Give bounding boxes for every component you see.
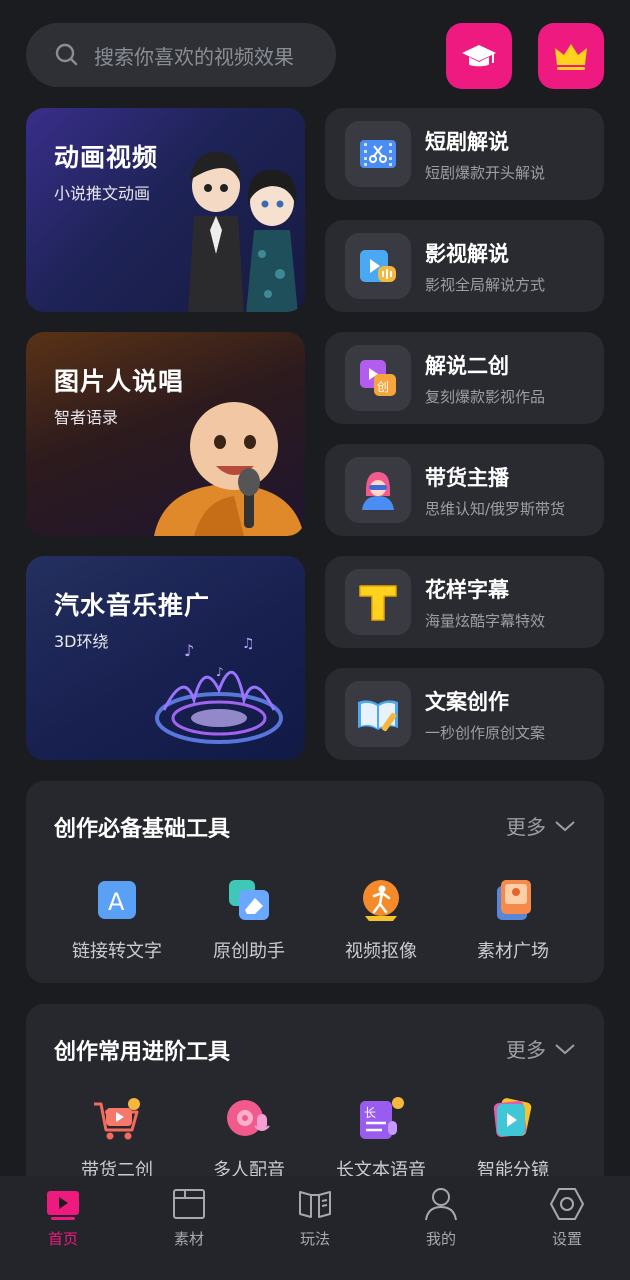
person-cutout-icon — [363, 880, 399, 921]
eraser-icon — [229, 880, 269, 920]
more-label: 更多 — [506, 1038, 546, 1062]
storyboard-icon — [493, 1098, 532, 1137]
feature-card-subtitle: 小说推文动画 — [54, 184, 151, 203]
section-title: 创作必备基础工具 — [54, 817, 231, 842]
nav-item-mine[interactable]: 我的 — [396, 1186, 486, 1280]
feature-card-music-promo[interactable]: 汽水音乐推广 3D环绕 ♪ ♫ ♪ — [26, 556, 305, 760]
list-card-subtitle: 海量炫酷字幕特效 — [425, 611, 546, 630]
shopping-cart-icon — [94, 1098, 140, 1140]
tool-multi-dubbing[interactable]: 多人配音 — [184, 1094, 314, 1182]
list-card-subtitle: 短剧爆款开头解说 — [425, 163, 546, 182]
search-icon — [55, 43, 78, 66]
basic-tools-section: 创作必备基础工具 更多 A 链接转文字 原创助手 视频抠像 素材广场 — [26, 781, 604, 983]
dubbing-icon — [227, 1100, 270, 1136]
nav-label: 我的 — [425, 1230, 456, 1248]
list-card-title: 带货主播 — [425, 465, 509, 490]
tool-label: 素材广场 — [477, 941, 549, 962]
list-card-subtitle: 影视全局解说方式 — [425, 275, 546, 294]
more-button[interactable]: 更多 — [506, 1034, 576, 1063]
tool-label: 链接转文字 — [72, 941, 162, 962]
feature-card-title: 汽水音乐推广 — [54, 591, 211, 620]
baby-monk-illustration — [154, 402, 304, 536]
crown-icon — [555, 44, 587, 70]
tool-original-assistant[interactable]: 原创助手 — [184, 875, 314, 963]
list-card-subtitle: 复刻爆款影视作品 — [425, 387, 546, 406]
letter-t-icon — [359, 585, 397, 621]
list-card-title: 解说二创 — [425, 353, 509, 378]
tool-smart-storyboard[interactable]: 智能分镜 — [448, 1094, 578, 1182]
svg-text:♪: ♪ — [216, 665, 224, 679]
tool-link-to-text[interactable]: A 链接转文字 — [52, 875, 182, 963]
nav-item-home[interactable]: 首页 — [18, 1186, 108, 1280]
svg-text:长: 长 — [364, 1106, 376, 1120]
nav-item-gameplay[interactable]: 玩法 — [270, 1186, 360, 1280]
list-card-title: 文案创作 — [425, 689, 509, 714]
tool-material-plaza[interactable]: 素材广场 — [448, 875, 578, 963]
home-play-icon — [47, 1191, 79, 1220]
person-icon — [425, 1188, 457, 1221]
list-card-subtitle: 一秒创作原创文案 — [425, 723, 546, 742]
music-ring-illustration: ♪ ♫ ♪ — [155, 636, 283, 744]
feature-card-animation[interactable]: 动画视频 小说推文动画 — [26, 108, 305, 312]
tool-long-text-voice[interactable]: 长 长文本语音 — [316, 1094, 446, 1182]
feature-card-subtitle: 智者语录 — [54, 408, 119, 427]
svg-text:♪: ♪ — [184, 641, 194, 660]
chevron-down-icon — [555, 820, 575, 831]
settings-hexagon-icon — [550, 1188, 584, 1220]
vip-button[interactable] — [538, 23, 604, 89]
anchor-avatar-icon — [362, 472, 394, 510]
film-scissors-icon — [360, 140, 396, 168]
video-voice-icon — [360, 250, 396, 282]
feature-card-title: 动画视频 — [54, 143, 159, 172]
recreate-icon: 创 — [360, 360, 396, 396]
nav-label: 玩法 — [299, 1230, 330, 1248]
list-card-fancy-subtitles[interactable]: 花样字幕 海量炫酷字幕特效 — [325, 556, 604, 648]
section-title: 创作常用进阶工具 — [54, 1040, 231, 1065]
list-card-copywriting[interactable]: 文案创作 一秒创作原创文案 — [325, 668, 604, 760]
course-button[interactable] — [446, 23, 512, 89]
chevron-down-icon — [555, 1043, 575, 1054]
svg-text:创: 创 — [377, 380, 389, 394]
search-bar[interactable]: 搜索你喜欢的视频效果 — [26, 23, 336, 87]
nav-label: 素材 — [173, 1230, 204, 1248]
nav-item-settings[interactable]: 设置 — [522, 1186, 612, 1280]
tool-label: 视频抠像 — [345, 941, 417, 962]
more-button[interactable]: 更多 — [506, 811, 576, 840]
list-card-recreate[interactable]: 创 解说二创 复刻爆款影视作品 — [325, 332, 604, 424]
tool-sales-recreate[interactable]: 带货二创 — [52, 1094, 182, 1182]
search-input[interactable]: 搜索你喜欢的视频效果 — [94, 41, 294, 70]
list-card-short-drama[interactable]: 短剧解说 短剧爆款开头解说 — [325, 108, 604, 200]
list-card-title: 影视解说 — [425, 241, 509, 266]
bottom-nav: 首页 素材 玩法 我的 设置 — [0, 1176, 630, 1280]
link-to-text-icon: A — [98, 881, 136, 919]
list-card-subtitle: 思维认知/俄罗斯带货 — [425, 499, 566, 518]
list-card-sales-anchor[interactable]: 带货主播 思维认知/俄罗斯带货 — [325, 444, 604, 536]
svg-text:♫: ♫ — [242, 636, 255, 652]
svg-text:A: A — [108, 888, 125, 916]
tool-video-cutout[interactable]: 视频抠像 — [316, 875, 446, 963]
nav-label: 首页 — [47, 1230, 78, 1248]
folder-icon — [173, 1189, 205, 1219]
nav-item-materials[interactable]: 素材 — [144, 1186, 234, 1280]
tool-label: 原创助手 — [213, 941, 285, 962]
book-icon — [299, 1191, 331, 1218]
open-book-pen-icon — [358, 700, 398, 732]
graduation-cap-icon — [462, 45, 496, 67]
list-card-film-commentary[interactable]: 影视解说 影视全局解说方式 — [325, 220, 604, 312]
image-stack-icon — [497, 880, 531, 920]
feature-card-subtitle: 3D环绕 — [54, 632, 109, 651]
list-card-title: 花样字幕 — [425, 577, 509, 602]
feature-card-photo-rap[interactable]: 图片人说唱 智者语录 — [26, 332, 305, 536]
cartoon-couple-illustration — [188, 151, 298, 312]
list-card-title: 短剧解说 — [425, 129, 509, 154]
nav-label: 设置 — [551, 1230, 582, 1248]
long-text-voice-icon: 长 — [360, 1097, 404, 1139]
more-label: 更多 — [506, 815, 546, 839]
